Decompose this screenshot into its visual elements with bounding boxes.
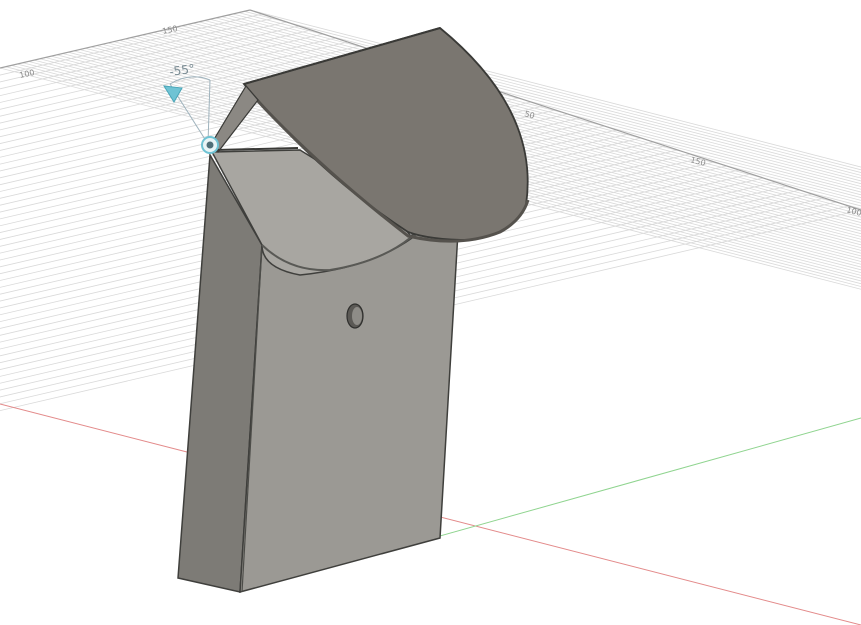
rotation-angle-label: -55°: [168, 62, 195, 79]
body-front-face: [239, 231, 459, 593]
cad-viewport[interactable]: 150 100 50 150 100 -55°: [0, 0, 861, 625]
ruler-label-5: 100: [845, 205, 861, 218]
ruler-label-2: 100: [19, 68, 36, 80]
pivot-point-inner: [206, 141, 214, 149]
rotate-manipulator[interactable]: -55°: [163, 62, 219, 154]
mailbox-model[interactable]: [177, 27, 530, 593]
3d-scene-canvas[interactable]: 150 100 50 150 100 -55°: [0, 0, 861, 625]
mounting-hole-inner: [352, 307, 362, 325]
rotation-guide-2: [207, 79, 211, 145]
